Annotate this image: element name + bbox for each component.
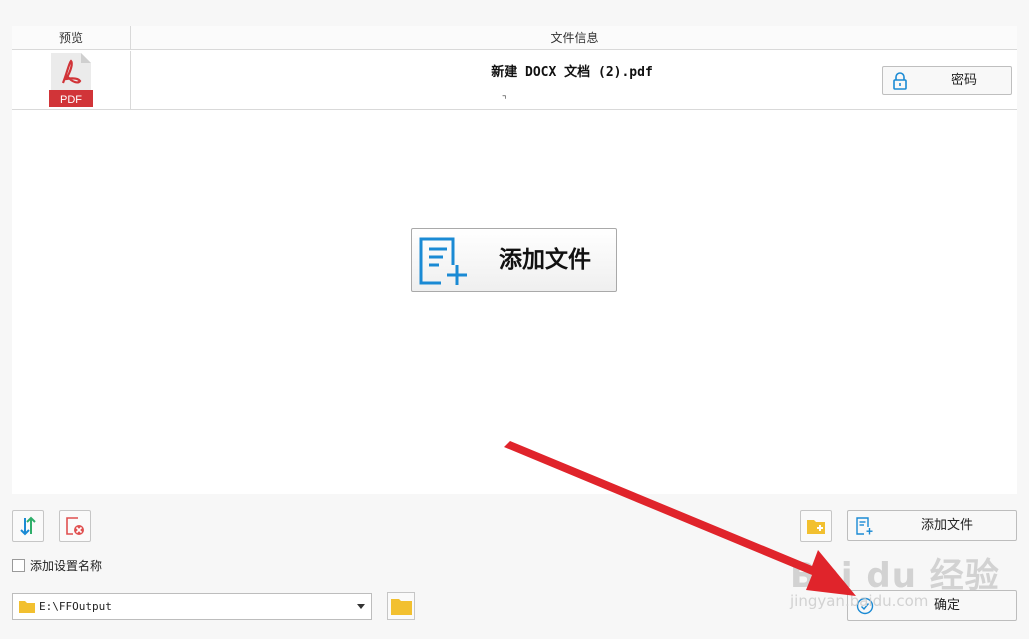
delete-file-icon: [66, 517, 84, 535]
remove-file-button[interactable]: [59, 510, 91, 542]
output-path-value: E:\FFOutput: [39, 600, 112, 613]
column-header-file-info[interactable]: 文件信息: [132, 26, 1017, 50]
output-path-select[interactable]: E:\FFOutput: [12, 593, 372, 620]
table-header: 预览 文件信息: [12, 26, 1017, 50]
password-button-label: 密码: [950, 73, 977, 88]
file-list-panel: 预览 文件信息 PDF 新建 DOCX 文档 (2).pdf ⌝ 密码 添加文件: [12, 26, 1017, 494]
add-file-big-label: 添加文件: [499, 246, 591, 273]
sort-arrows-icon: [20, 516, 36, 536]
file-thumbnail[interactable]: PDF: [12, 51, 131, 110]
column-header-preview[interactable]: 预览: [12, 26, 131, 50]
chevron-down-icon[interactable]: [357, 604, 365, 609]
browse-folder-button[interactable]: [387, 592, 415, 620]
cursor-icon: ⌝: [502, 95, 507, 106]
add-file-small-icon: [856, 517, 873, 535]
pdf-file-icon: PDF: [49, 53, 93, 107]
add-setting-name-checkbox[interactable]: [12, 559, 25, 572]
folder-icon: [19, 601, 35, 613]
file-name: 新建 DOCX 文档 (2).pdf: [491, 65, 653, 80]
sort-button[interactable]: [12, 510, 44, 542]
pdf-badge-label: PDF: [60, 94, 82, 106]
lock-icon: [893, 72, 907, 90]
add-file-icon: [419, 237, 467, 285]
password-button[interactable]: 密码: [882, 66, 1012, 95]
add-file-big-button[interactable]: 添加文件: [411, 228, 617, 292]
add-folder-icon: [807, 520, 825, 534]
table-row[interactable]: PDF 新建 DOCX 文档 (2).pdf ⌝ 密码: [12, 51, 1017, 110]
watermark-brand: Bai du 经验: [790, 556, 1000, 596]
add-folder-button[interactable]: [800, 510, 832, 542]
add-file-button[interactable]: 添加文件: [847, 510, 1017, 541]
add-setting-name-label: 添加设置名称: [30, 559, 103, 573]
add-file-button-label: 添加文件: [920, 518, 973, 533]
open-folder-icon: [391, 599, 412, 615]
watermark-url: jingyan.baidu.com: [790, 592, 929, 610]
